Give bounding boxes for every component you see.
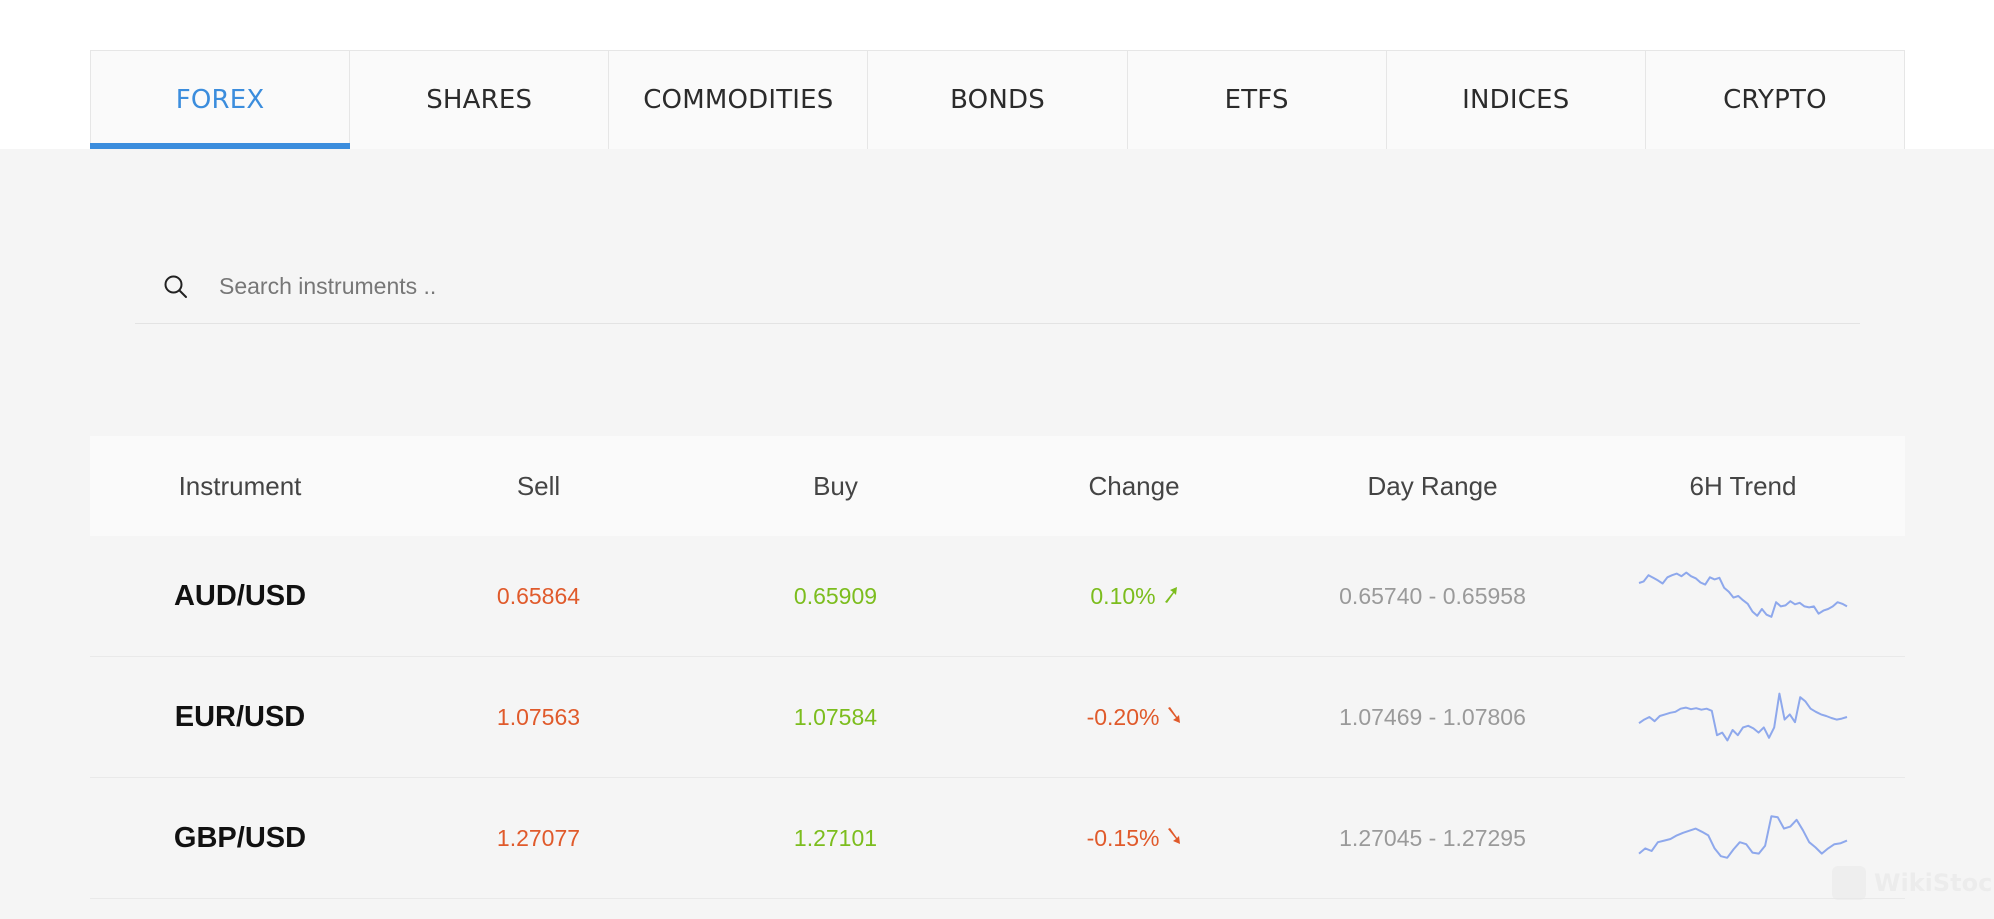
watermark: WikiStock (1832, 866, 1994, 900)
table-row[interactable]: GBP/USD 1.27077 1.27101 -0.15% 1.27045 -… (90, 778, 1905, 899)
change-percent: -0.15% (1086, 824, 1160, 851)
tab-shares[interactable]: SHARES (350, 51, 610, 149)
header-change[interactable]: Change (984, 471, 1284, 502)
watermark-text: WikiStock (1874, 869, 1994, 897)
search-bar (135, 250, 1860, 324)
sell-price[interactable]: 1.27077 (497, 825, 580, 851)
header-6h-trend: 6H Trend (1689, 470, 1797, 501)
change-percent: 0.10% (1090, 582, 1156, 609)
watermark-logo-icon (1832, 866, 1866, 900)
buy-price[interactable]: 1.27101 (794, 825, 877, 851)
table-row[interactable]: EUR/USD 1.07563 1.07584 -0.20% 1.07469 -… (90, 657, 1905, 778)
change-value: -0.15% (1087, 825, 1182, 852)
change-value: 0.10% (1090, 583, 1177, 610)
sell-price[interactable]: 0.65864 (497, 583, 580, 609)
instrument-name[interactable]: EUR/USD (175, 701, 306, 733)
day-range: 1.27045 - 1.27295 (1339, 824, 1526, 851)
instrument-name[interactable]: AUD/USD (174, 580, 306, 612)
tab-forex[interactable]: FOREX (89, 51, 351, 149)
tab-bonds[interactable]: BONDS (868, 51, 1128, 149)
instruments-table: Instrument Sell Buy Change Day Range 6H … (90, 436, 1905, 899)
header-sell[interactable]: Sell (390, 471, 687, 502)
buy-price[interactable]: 1.07584 (794, 704, 877, 730)
asset-class-tabs: FOREX SHARES COMMODITIES BONDS ETFS INDI… (89, 50, 1905, 149)
header-day-range[interactable]: Day Range (1284, 471, 1581, 502)
sparkline-path (1638, 571, 1848, 618)
sparkline-path (1638, 815, 1848, 859)
change-value: -0.20% (1087, 704, 1182, 731)
header-buy[interactable]: Buy (687, 471, 984, 502)
table-header: Instrument Sell Buy Change Day Range 6H … (90, 436, 1905, 536)
instrument-name[interactable]: GBP/USD (174, 822, 306, 854)
sparkline-path (1638, 692, 1848, 742)
buy-price[interactable]: 0.65909 (794, 583, 877, 609)
change-percent: -0.20% (1086, 703, 1160, 730)
tab-indices[interactable]: INDICES (1387, 51, 1646, 149)
day-range: 1.07469 - 1.07806 (1339, 703, 1526, 730)
arrow-down-icon (1165, 704, 1181, 731)
table-row[interactable]: AUD/USD 0.65864 0.65909 0.10% 0.65740 - … (90, 536, 1905, 657)
arrow-down-icon (1165, 825, 1181, 852)
search-icon[interactable] (163, 274, 189, 300)
search-input[interactable] (219, 273, 1719, 300)
tab-etfs[interactable]: ETFS (1128, 51, 1387, 149)
day-range: 0.65740 - 0.65958 (1339, 582, 1526, 609)
tab-crypto[interactable]: CRYPTO (1646, 51, 1904, 149)
sell-price[interactable]: 1.07563 (497, 704, 580, 730)
header-instrument[interactable]: Instrument (90, 471, 390, 502)
tab-commodities[interactable]: COMMODITIES (609, 51, 869, 149)
trend-sparkline (1638, 815, 1848, 859)
arrow-up-icon (1162, 583, 1178, 610)
trend-sparkline (1638, 571, 1848, 618)
trend-sparkline (1638, 692, 1848, 742)
